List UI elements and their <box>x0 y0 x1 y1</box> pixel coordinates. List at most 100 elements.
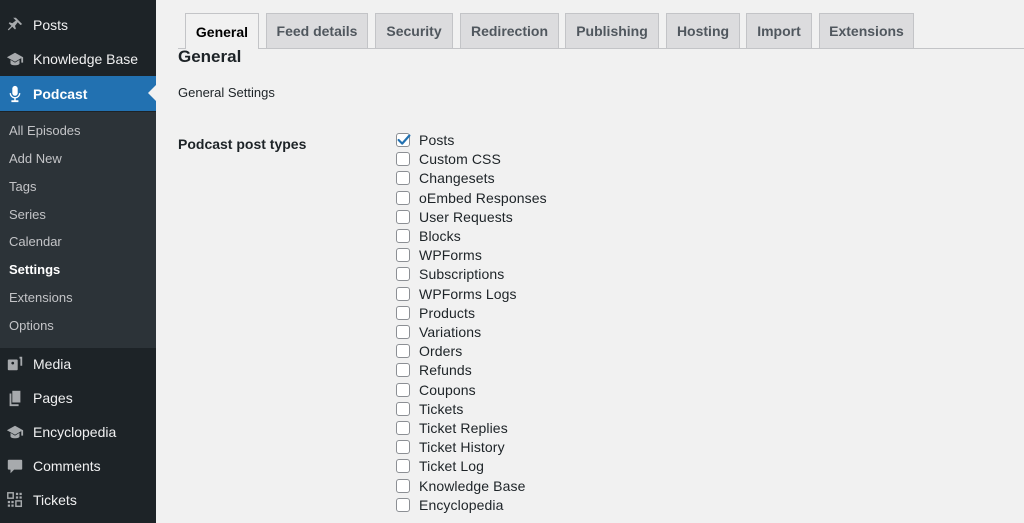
post-type-checkbox[interactable] <box>396 498 410 512</box>
submenu-extensions[interactable]: Extensions <box>9 288 73 308</box>
menu-item-comments[interactable]: Comments <box>0 449 156 483</box>
post-type-label: Variations <box>419 324 482 340</box>
post-type-checkbox[interactable] <box>396 229 410 243</box>
submenu-all-episodes[interactable]: All Episodes <box>9 121 81 141</box>
post-type-option[interactable]: Encyclopedia <box>396 496 503 514</box>
section-description: General Settings <box>178 85 275 100</box>
submenu-series[interactable]: Series <box>9 205 46 225</box>
submenu-tags[interactable]: Tags <box>9 177 36 197</box>
tab-security[interactable]: Security <box>375 13 453 48</box>
graduation-cap-icon <box>5 49 25 69</box>
post-type-checkbox[interactable] <box>396 210 410 224</box>
post-type-checkbox[interactable] <box>396 191 410 205</box>
tab-redirection[interactable]: Redirection <box>460 13 559 48</box>
post-type-checkbox[interactable] <box>396 171 410 185</box>
menu-item-media[interactable]: Media <box>0 347 156 381</box>
tab-hosting[interactable]: Hosting <box>666 13 740 48</box>
post-type-label: Encyclopedia <box>419 497 504 513</box>
post-type-option[interactable]: Variations <box>396 323 481 341</box>
tab-feed-details[interactable]: Feed details <box>266 13 368 48</box>
post-type-checkbox[interactable] <box>396 440 410 454</box>
menu-item-posts[interactable]: Posts <box>0 8 156 42</box>
admin-sidebar: Posts Knowledge Base Podcast All Episode… <box>0 0 156 523</box>
post-type-checkbox[interactable] <box>396 152 410 166</box>
post-type-label: WPForms Logs <box>419 286 517 302</box>
post-type-option[interactable]: Blocks <box>396 227 461 245</box>
post-type-label: Ticket History <box>419 439 505 455</box>
menu-item-pages[interactable]: Pages <box>0 381 156 415</box>
post-type-option[interactable]: oEmbed Responses <box>396 189 547 207</box>
post-type-label: Knowledge Base <box>419 478 526 494</box>
media-icon <box>5 354 25 374</box>
post-type-checkbox[interactable] <box>396 325 410 339</box>
grid-icon <box>5 490 25 510</box>
post-type-label: WPForms <box>419 247 482 263</box>
post-type-checkbox[interactable] <box>396 344 410 358</box>
menu-item-label: Tickets <box>33 492 77 508</box>
post-type-checkbox[interactable] <box>396 479 410 493</box>
post-type-checkbox[interactable] <box>396 383 410 397</box>
post-type-option[interactable]: WPForms Logs <box>396 285 517 303</box>
post-type-checkbox[interactable] <box>396 133 411 147</box>
post-type-option[interactable]: Products <box>396 304 475 322</box>
post-type-label: Refunds <box>419 362 472 378</box>
post-type-option[interactable]: Tickets <box>396 400 464 418</box>
menu-item-label: Encyclopedia <box>33 424 117 440</box>
post-type-checkbox[interactable] <box>396 363 410 377</box>
post-type-label: Changesets <box>419 170 495 186</box>
post-type-label: Tickets <box>419 401 464 417</box>
menu-item-label: Podcast <box>33 85 88 102</box>
post-type-option[interactable]: Ticket History <box>396 438 505 456</box>
menu-item-label: Pages <box>33 390 73 406</box>
submenu-add-new[interactable]: Add New <box>9 149 62 169</box>
post-type-option[interactable]: User Requests <box>396 208 513 226</box>
post-type-checkbox[interactable] <box>396 459 410 473</box>
tab-general[interactable]: General <box>185 13 259 49</box>
post-type-option[interactable]: Refunds <box>396 361 472 379</box>
post-type-checkbox[interactable] <box>396 306 410 320</box>
post-type-option[interactable]: Changesets <box>396 169 495 187</box>
tab-import[interactable]: Import <box>746 13 812 48</box>
graduation-cap-icon <box>5 422 25 442</box>
post-type-option[interactable]: Posts <box>396 131 455 149</box>
post-type-label: Blocks <box>419 228 461 244</box>
pages-icon <box>5 388 25 408</box>
post-type-label: Products <box>419 305 476 321</box>
tab-publishing[interactable]: Publishing <box>565 13 659 48</box>
post-type-label: Subscriptions <box>419 266 505 282</box>
post-type-label: User Requests <box>419 209 513 225</box>
submenu-calendar[interactable]: Calendar <box>9 232 62 252</box>
post-type-label: Ticket Log <box>419 458 485 474</box>
post-type-checkbox[interactable] <box>396 248 410 262</box>
post-type-label: Ticket Replies <box>419 420 508 436</box>
menu-item-podcast[interactable]: Podcast <box>0 76 156 111</box>
menu-item-knowledge-base[interactable]: Knowledge Base <box>0 42 156 76</box>
post-type-option[interactable]: Orders <box>396 342 462 360</box>
post-type-checkbox[interactable] <box>396 402 410 416</box>
checkmark-icon <box>397 134 411 145</box>
post-type-checkbox[interactable] <box>396 287 410 301</box>
post-type-option[interactable]: Coupons <box>396 381 476 399</box>
tab-extensions[interactable]: Extensions <box>819 13 914 48</box>
post-type-label: Custom CSS <box>419 151 501 167</box>
menu-item-label: Knowledge Base <box>33 51 139 67</box>
post-type-option[interactable]: Knowledge Base <box>396 477 525 495</box>
post-types-label: Podcast post types <box>178 136 307 152</box>
menu-item-encyclopedia[interactable]: Encyclopedia <box>0 415 156 449</box>
post-type-option[interactable]: Custom CSS <box>396 150 501 168</box>
menu-item-label: Media <box>33 356 72 372</box>
post-type-option[interactable]: Subscriptions <box>396 265 504 283</box>
submenu-options[interactable]: Options <box>9 316 54 336</box>
post-type-option[interactable]: Ticket Log <box>396 457 484 475</box>
post-type-option[interactable]: WPForms <box>396 246 482 264</box>
post-type-checkbox[interactable] <box>396 267 410 281</box>
menu-item-label: Comments <box>33 458 101 474</box>
post-type-label: Orders <box>419 343 463 359</box>
post-type-option[interactable]: Ticket Replies <box>396 419 508 437</box>
post-type-label: Posts <box>419 132 455 148</box>
post-type-label: oEmbed Responses <box>419 190 547 206</box>
submenu-settings[interactable]: Settings <box>9 260 60 280</box>
menu-item-tickets[interactable]: Tickets <box>0 483 156 517</box>
page-title: General <box>178 47 242 66</box>
post-type-checkbox[interactable] <box>396 421 410 435</box>
